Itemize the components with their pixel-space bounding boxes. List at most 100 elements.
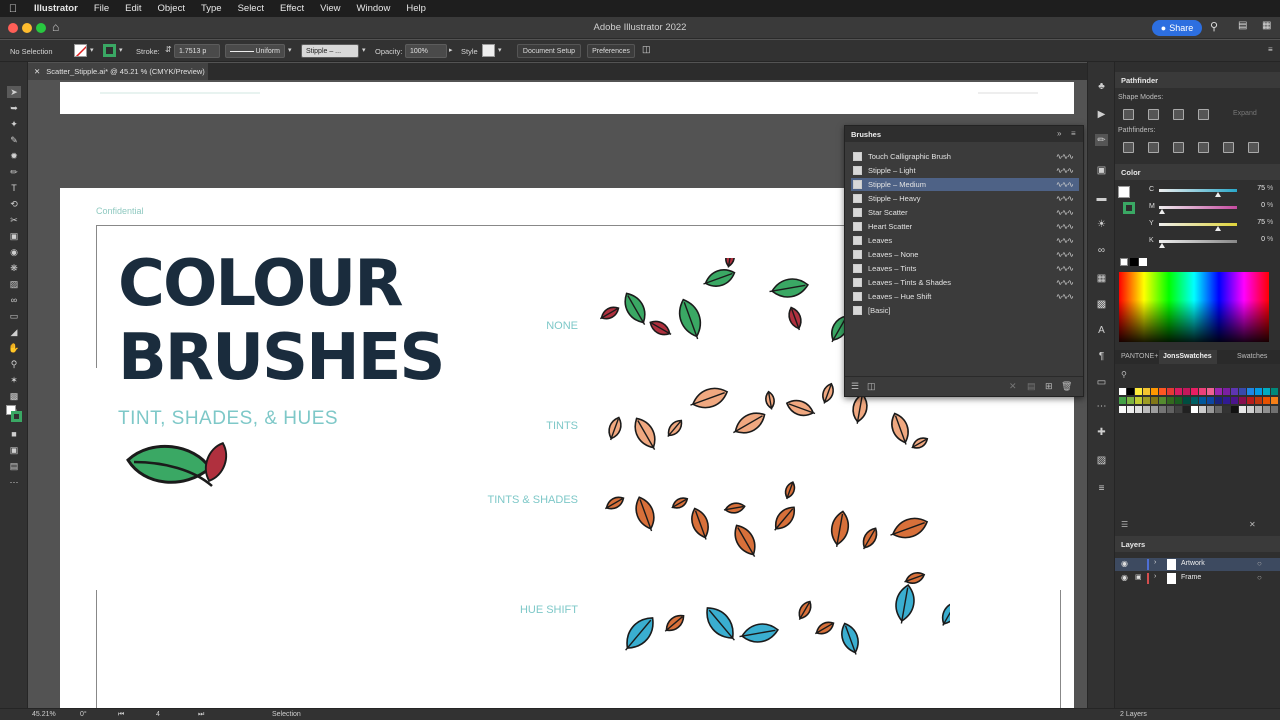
brushes-panel-menu-icon[interactable]: ≡ — [1071, 129, 1076, 138]
align-icon[interactable]: ▦ — [1095, 272, 1108, 284]
tab-pantone[interactable]: PANTONE+ — [1121, 353, 1158, 360]
libraries-panel-icon[interactable]: ◫ — [867, 381, 876, 392]
lock-icon[interactable]: ▣ — [1135, 573, 1142, 581]
share-button[interactable]: ● Share — [1152, 20, 1202, 36]
color-swatch[interactable] — [1159, 406, 1166, 413]
brush-item[interactable]: Star Scatter ∿∿∿ — [851, 206, 1079, 219]
artboard-tool-icon[interactable]: ▭ — [7, 310, 21, 322]
channel-slider[interactable] — [1159, 223, 1237, 226]
color-swatch[interactable] — [1271, 388, 1278, 395]
color-swatch[interactable] — [1167, 406, 1174, 413]
menu-help[interactable]: Help — [398, 3, 434, 14]
opacity-expand-icon[interactable]: ▸ — [449, 46, 453, 54]
brush-item[interactable]: Touch Calligraphic Brush ∿∿∿ — [851, 150, 1079, 163]
color-swatch[interactable] — [1167, 388, 1174, 395]
brush-item[interactable]: Leaves – Tints ∿∿∿ — [851, 262, 1079, 275]
magic-wand-tool-icon[interactable]: ✦ — [7, 118, 21, 130]
control-bar-menu-icon[interactable]: ≡ — [1268, 45, 1273, 54]
slider-thumb[interactable] — [1159, 243, 1165, 248]
color-swatch[interactable] — [1119, 397, 1126, 404]
brushes-dock-icon[interactable]: ✏ — [1095, 134, 1108, 146]
home-icon[interactable]: ⌂ — [52, 20, 59, 34]
search-icon[interactable]: ⚲ — [1210, 20, 1218, 33]
channel-slider[interactable] — [1159, 189, 1237, 192]
color-swatch[interactable] — [1239, 406, 1246, 413]
color-swatch[interactable] — [1255, 406, 1262, 413]
color-swatch[interactable] — [1207, 388, 1214, 395]
navigator-icon[interactable]: ✚ — [1095, 426, 1108, 438]
color-swatch[interactable] — [1247, 397, 1254, 404]
black-swatch[interactable] — [1130, 258, 1138, 266]
swatch-libraries-icon[interactable]: ☰ — [1121, 520, 1128, 529]
links-icon[interactable]: ∞ — [1095, 244, 1108, 256]
zoom-tool-icon[interactable]: ⚲ — [7, 358, 21, 370]
slider-thumb[interactable] — [1214, 192, 1221, 197]
color-swatch[interactable] — [1151, 406, 1158, 413]
direct-selection-tool-icon[interactable]: ➥ — [7, 102, 21, 114]
color-swatch[interactable] — [1223, 388, 1230, 395]
rotate-tool-icon[interactable]: ⟲ — [7, 198, 21, 210]
menu-object[interactable]: Object — [150, 3, 193, 14]
color-swatch[interactable] — [1159, 388, 1166, 395]
brushes-panel[interactable]: Brushes » ≡ Touch Calligraphic Brush ∿∿∿ S… — [844, 125, 1084, 397]
color-swatch[interactable] — [1239, 397, 1246, 404]
color-swatch[interactable] — [1119, 406, 1126, 413]
more-options-icon[interactable]: ⋯ — [1095, 400, 1108, 412]
color-swatch[interactable] — [1143, 388, 1150, 395]
selection-tool-icon[interactable]: ➤ — [7, 86, 21, 98]
paragraph-icon[interactable]: ¶ — [1095, 350, 1108, 362]
brush-item[interactable]: Leaves – None ∿∿∿ — [851, 248, 1079, 261]
exclude-button[interactable] — [1198, 109, 1209, 120]
drawing-modes-icon[interactable]: ▣ — [7, 444, 21, 456]
color-swatch[interactable] — [1247, 388, 1254, 395]
gradient-tool-icon[interactable]: ▨ — [7, 278, 21, 290]
color-swatch[interactable] — [1135, 406, 1142, 413]
color-swatch[interactable] — [1135, 397, 1142, 404]
slice-tool-icon[interactable]: ◢ — [7, 326, 21, 338]
rotation-value[interactable]: 0° — [80, 711, 87, 718]
brush-item[interactable]: Leaves – Tints & Shades ∿∿∿ — [851, 276, 1079, 289]
brush-item[interactable]: Stipple – Light ∿∿∿ — [851, 164, 1079, 177]
pen-tool-icon[interactable]: ✎ — [7, 134, 21, 146]
color-swatch[interactable] — [1207, 397, 1214, 404]
stroke-dropdown-icon[interactable]: ▾ — [119, 46, 123, 54]
color-swatch[interactable] — [1199, 397, 1206, 404]
channel-value-field[interactable]: 0 — [1243, 236, 1265, 243]
color-swatch[interactable] — [1231, 388, 1238, 395]
last-artboard-icon[interactable]: ⏭ — [198, 711, 204, 719]
intersect-button[interactable] — [1173, 109, 1184, 120]
play-action-icon[interactable]: ▶ — [1095, 108, 1108, 120]
color-swatch[interactable] — [1199, 406, 1206, 413]
remove-brush-stroke-icon[interactable]: ✕ — [1009, 381, 1017, 392]
brush-item[interactable]: [Basic] — [851, 304, 1079, 317]
brush-options-icon[interactable]: ▤ — [1027, 381, 1036, 392]
brush-item[interactable]: Stipple – Heavy ∿∿∿ — [851, 192, 1079, 205]
menu-view[interactable]: View — [312, 3, 348, 14]
brush-item[interactable]: Leaves ∿∿∿ — [851, 234, 1079, 247]
paintbrush-tool-icon[interactable]: ✏ — [7, 166, 21, 178]
color-swatch[interactable] — [1231, 406, 1238, 413]
color-swatch[interactable] — [1215, 397, 1222, 404]
swatch-options-icon[interactable]: ✕ — [1249, 520, 1256, 529]
none-swatch[interactable] — [1120, 258, 1128, 266]
stroke-icon[interactable]: ▬ — [1095, 192, 1108, 204]
color-swatch[interactable] — [1255, 388, 1262, 395]
channel-slider[interactable] — [1159, 206, 1237, 209]
merge-button[interactable] — [1173, 142, 1184, 153]
brush-definition-field[interactable]: Stipple – ... — [301, 44, 359, 58]
menu-type[interactable]: Type — [193, 3, 230, 14]
arrange-icon[interactable]: ◫ — [642, 44, 651, 55]
transform-icon[interactable]: ▩ — [1095, 298, 1108, 310]
zoom-level[interactable]: 45.21% — [32, 711, 56, 718]
unite-button[interactable] — [1123, 109, 1134, 120]
tab-swatches[interactable]: Swatches — [1237, 353, 1267, 360]
artboard-number[interactable]: 4 — [156, 711, 160, 718]
color-swatch[interactable] — [1191, 388, 1198, 395]
new-brush-icon[interactable]: ⊞ — [1045, 381, 1053, 392]
tab-jonsswatches[interactable]: JonsSwatches — [1159, 350, 1217, 364]
stroke-stepper-icon[interactable]: ⇵ — [165, 45, 172, 54]
color-swatch[interactable] — [1239, 388, 1246, 395]
color-swatch[interactable] — [1127, 397, 1134, 404]
layer-name[interactable]: Artwork — [1181, 560, 1205, 567]
character-icon[interactable]: A — [1095, 324, 1108, 336]
